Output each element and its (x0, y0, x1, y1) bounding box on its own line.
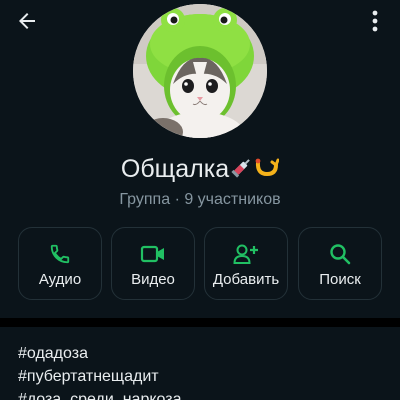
hook-emoji-icon (255, 153, 280, 187)
more-options-button[interactable] (362, 6, 388, 36)
action-buttons: Аудио Видео Добавить Поиск (18, 227, 382, 300)
video-call-label: Видео (131, 271, 175, 288)
arrow-left-icon (19, 13, 35, 29)
audio-call-button[interactable]: Аудио (18, 227, 102, 300)
search-button[interactable]: Поиск (298, 227, 382, 300)
video-camera-icon (112, 242, 194, 266)
add-member-label: Добавить (212, 271, 280, 288)
syringe-emoji-icon (231, 153, 253, 187)
group-avatar[interactable] (133, 4, 267, 138)
kitten-in-frog-hat-image (133, 4, 267, 138)
phone-icon (19, 242, 101, 266)
add-member-button[interactable]: Добавить (204, 227, 288, 300)
group-meta: Группа · 9 участников (119, 191, 281, 208)
description-line: #пубертатнещадит (18, 368, 159, 385)
more-vertical-icon (372, 10, 378, 32)
description-line: #доза_среди_наркоза (18, 391, 182, 400)
add-person-icon (205, 242, 287, 266)
search-icon (299, 242, 381, 266)
back-button[interactable] (12, 6, 42, 36)
video-call-button[interactable]: Видео (111, 227, 195, 300)
section-divider (0, 318, 400, 327)
group-description: #одадоза #пубертатнещадит #доза_среди_на… (18, 342, 390, 400)
search-label: Поиск (319, 271, 361, 288)
description-line: #одадоза (18, 345, 88, 362)
group-info-screen: Общалка Группа · 9 участников Аудио Виде… (0, 0, 400, 400)
group-name-text: Общалка (120, 155, 230, 183)
audio-call-label: Аудио (38, 271, 82, 288)
group-name: Общалка (0, 152, 400, 187)
